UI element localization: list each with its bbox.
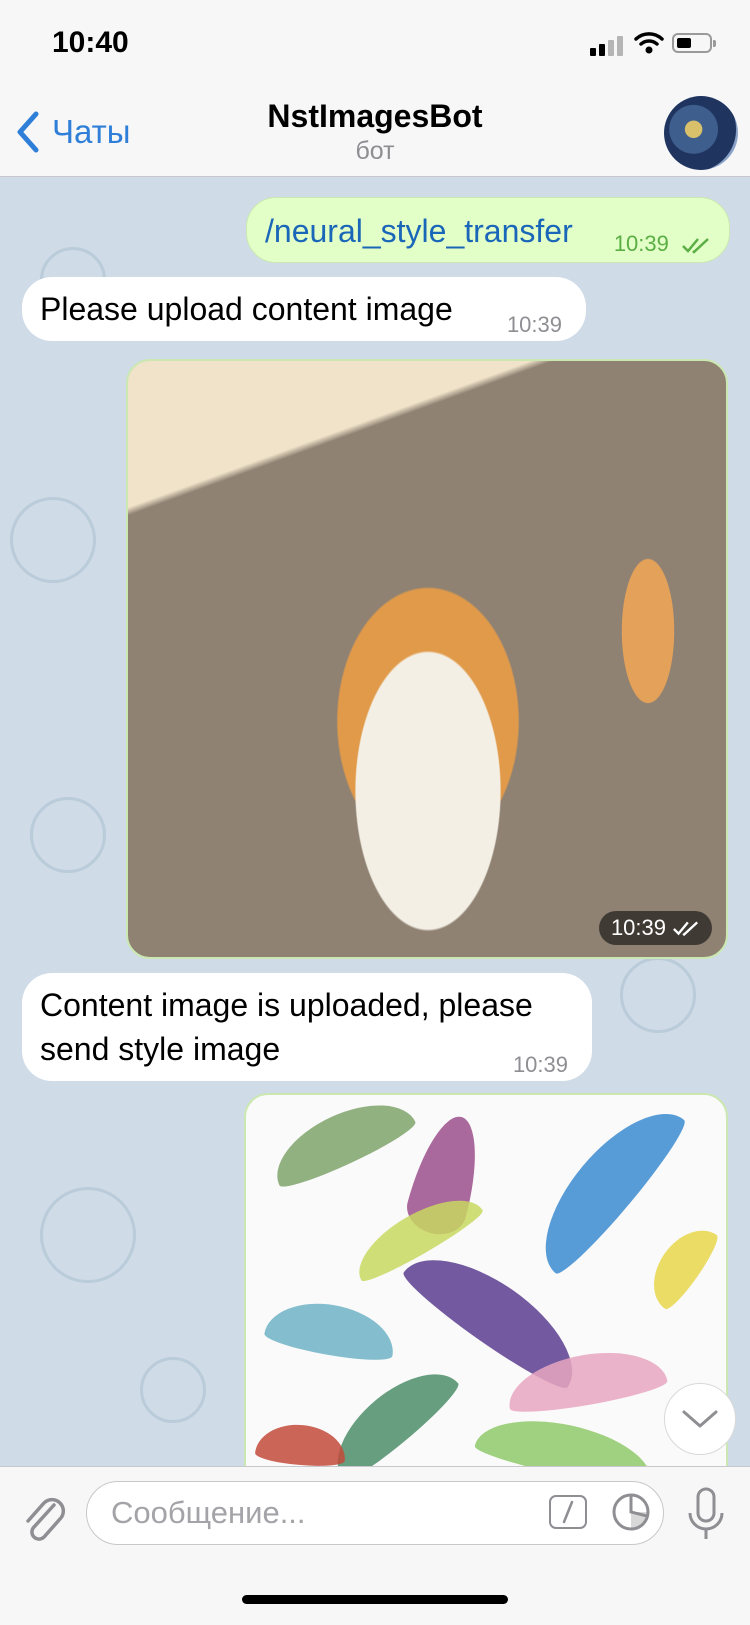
wifi-icon (634, 32, 664, 54)
paperclip-icon[interactable] (18, 1489, 66, 1545)
chat-subtitle: бот (355, 137, 395, 165)
chevron-down-icon (682, 1410, 718, 1428)
home-indicator (242, 1595, 508, 1604)
message-time: 10:39 (506, 312, 562, 337)
microphone-icon[interactable] (686, 1485, 726, 1545)
scroll-down-button[interactable] (664, 1383, 736, 1455)
background-doodle (30, 797, 106, 873)
header: 10:40 Чаты NstImagesBot бот (0, 0, 750, 177)
chat-title: NstImagesBot (267, 98, 483, 134)
slash-command-icon[interactable] (549, 1495, 587, 1529)
back-button[interactable]: Чаты (14, 108, 130, 156)
signal-icon (590, 34, 628, 56)
content-image-photo[interactable]: 10:39 (126, 359, 728, 959)
avatar[interactable] (664, 96, 738, 170)
double-check-icon (682, 238, 709, 254)
background-doodle (140, 1357, 206, 1423)
outgoing-message[interactable]: /neural_style_transfer 10:39 (246, 197, 730, 263)
background-doodle (10, 497, 96, 583)
incoming-message[interactable]: Content image is uploaded, please send s… (22, 973, 592, 1081)
photo-time-badge: 10:39 (598, 911, 712, 945)
status-time: 10:40 (52, 26, 129, 59)
message-text-line1: Content image is uploaded, please (40, 987, 533, 1023)
background-doodle (40, 1187, 136, 1283)
sticker-icon[interactable] (611, 1492, 651, 1532)
feather-shape (638, 1216, 724, 1314)
background-doodle (620, 957, 696, 1033)
battery-icon (672, 33, 716, 53)
feather-shape (254, 1421, 348, 1466)
message-field[interactable] (86, 1481, 664, 1545)
message-text: Please upload content image (40, 291, 453, 327)
feather-shape (472, 1406, 660, 1466)
chat-title-area[interactable]: NstImagesBot бот (200, 96, 550, 166)
feather-shape (262, 1294, 400, 1366)
incoming-message[interactable]: Please upload content image 10:39 (22, 277, 586, 341)
message-text[interactable]: /neural_style_transfer (265, 213, 573, 249)
double-check-icon (673, 921, 698, 937)
message-input[interactable] (109, 1482, 513, 1544)
photo-time: 10:39 (610, 915, 666, 940)
message-text-line2: send style image (40, 1031, 281, 1067)
chevron-left-icon (17, 111, 39, 153)
chat-area[interactable]: /neural_style_transfer 10:39 Please uplo… (0, 177, 750, 1466)
message-time: 10:39 (614, 222, 711, 266)
feather-shape (262, 1095, 420, 1195)
style-image-photo[interactable] (244, 1093, 728, 1466)
composer (0, 1466, 750, 1625)
message-time: 10:39 (512, 1052, 568, 1077)
message-time-label: 10:39 (613, 231, 669, 256)
back-label: Чаты (52, 113, 131, 150)
